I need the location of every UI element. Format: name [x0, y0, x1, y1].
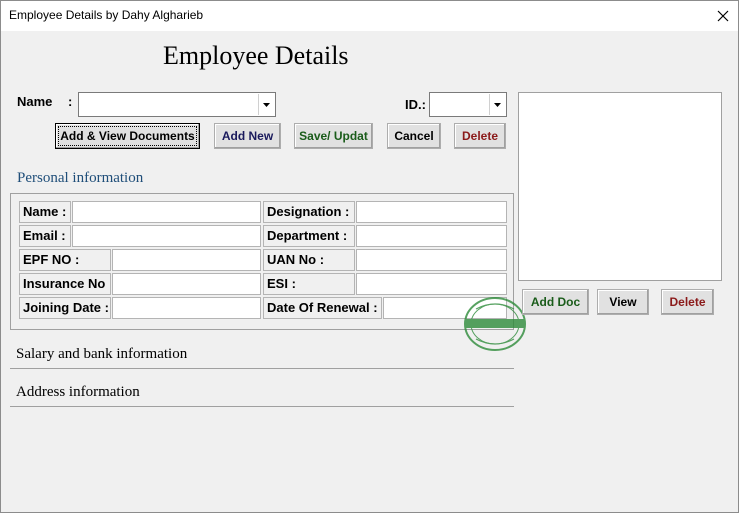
designation-field-label: Designation :: [263, 201, 355, 223]
chevron-down-icon: [494, 102, 501, 107]
email-field-input[interactable]: [72, 225, 261, 247]
esi-field-input[interactable]: [356, 273, 507, 295]
department-field-label: Department :: [263, 225, 355, 247]
joining-date-field-label: Joining Date :: [19, 297, 111, 319]
chevron-down-icon: [263, 102, 270, 107]
date-of-renewal-field-label: Date Of Renewal :: [263, 297, 382, 319]
name-field-label: Name :: [19, 201, 71, 223]
insurance-no-field-input[interactable]: [112, 273, 261, 295]
designation-field-input[interactable]: [356, 201, 507, 223]
joining-date-field-input[interactable]: [112, 297, 261, 319]
documents-listbox[interactable]: [518, 92, 722, 281]
email-field-label: Email :: [19, 225, 71, 247]
name-dropdown-button[interactable]: [258, 94, 274, 115]
add-view-documents-button[interactable]: Add & View Documents: [55, 123, 200, 149]
name-search-combobox[interactable]: [78, 92, 276, 117]
insurance-no-field-label: Insurance No :: [19, 273, 111, 295]
name-search-colon: :: [68, 94, 73, 109]
close-icon: [717, 10, 729, 22]
save-update-button[interactable]: Save/ Updat: [294, 123, 373, 149]
delete-doc-button[interactable]: Delete: [661, 289, 714, 315]
department-field-input[interactable]: [356, 225, 507, 247]
cancel-button[interactable]: Cancel: [387, 123, 441, 149]
title-bar: Employee Details by Dahy Algharieb: [1, 1, 738, 31]
epf-no-field-input[interactable]: [112, 249, 261, 271]
id-search-label: ID.:: [405, 97, 426, 112]
name-search-label: Name: [17, 94, 53, 109]
address-divider: [10, 406, 514, 407]
salary-bank-divider: [10, 368, 514, 369]
salary-bank-section-title[interactable]: Salary and bank information: [16, 346, 187, 363]
close-button[interactable]: [708, 1, 738, 31]
employee-details-window: Employee Details by Dahy Algharieb Emplo…: [0, 0, 739, 513]
id-search-combobox[interactable]: [429, 92, 507, 117]
window-title: Employee Details by Dahy Algharieb: [9, 8, 204, 22]
watermark-stamp: [464, 297, 526, 351]
name-field-input[interactable]: [72, 201, 261, 223]
id-dropdown-button[interactable]: [489, 94, 505, 115]
esi-field-label: ESI :: [263, 273, 355, 295]
delete-employee-button[interactable]: Delete: [454, 123, 506, 149]
add-doc-button[interactable]: Add Doc: [522, 289, 589, 315]
uan-no-field-label: UAN No :: [263, 249, 355, 271]
view-doc-button[interactable]: View: [597, 289, 649, 315]
uan-no-field-input[interactable]: [356, 249, 507, 271]
page-title: Employee Details: [163, 41, 349, 70]
personal-information-title: Personal information: [17, 170, 144, 186]
address-section-title[interactable]: Address information: [16, 384, 140, 401]
add-new-button[interactable]: Add New: [214, 123, 281, 149]
epf-no-field-label: EPF NO :: [19, 249, 111, 271]
